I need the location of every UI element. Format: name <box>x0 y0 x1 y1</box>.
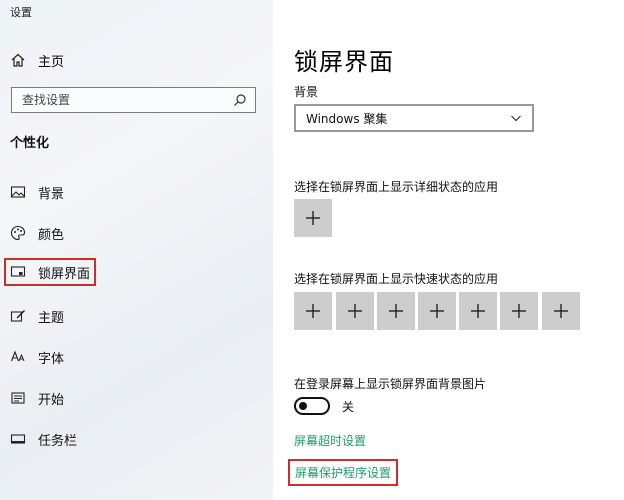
sidebar-item-taskbar[interactable]: 任务栏 <box>10 427 210 451</box>
sidebar-item-label: 主题 <box>38 310 65 326</box>
palette-icon <box>10 225 26 241</box>
plus-icon <box>304 209 322 227</box>
add-quick-status-app-button[interactable] <box>336 292 374 330</box>
signin-background-toggle-row: 关 <box>294 397 354 415</box>
search-input[interactable] <box>22 93 233 107</box>
plus-icon <box>469 302 487 320</box>
add-detailed-status-app-button[interactable] <box>294 199 332 237</box>
plus-icon <box>552 302 570 320</box>
sidebar-item-label: 颜色 <box>38 227 65 243</box>
image-icon <box>10 184 26 200</box>
chevron-down-icon <box>510 112 522 124</box>
sidebar-item-label: 开始 <box>38 392 65 408</box>
search-box[interactable] <box>11 87 256 113</box>
theme-brush-icon <box>10 308 26 324</box>
sidebar-item-home[interactable]: 主页 <box>10 50 210 70</box>
taskbar-icon <box>10 431 26 447</box>
sidebar-item-colors[interactable]: 颜色 <box>10 221 210 245</box>
signin-background-toggle[interactable] <box>294 397 330 415</box>
add-quick-status-app-button[interactable] <box>500 292 538 330</box>
sidebar-item-label: 背景 <box>38 186 65 202</box>
sidebar-item-label: 主页 <box>38 54 65 70</box>
sidebar-item-label: 字体 <box>38 351 65 367</box>
add-quick-status-app-button[interactable] <box>459 292 497 330</box>
page-title: 锁屏界面 <box>294 48 394 76</box>
background-label: 背景 <box>294 85 319 99</box>
font-icon <box>10 349 26 365</box>
start-icon <box>10 390 26 406</box>
plus-icon <box>387 302 405 320</box>
home-icon <box>10 52 26 68</box>
background-dropdown-value: Windows 聚集 <box>306 111 388 126</box>
sidebar-item-themes[interactable]: 主题 <box>10 304 210 328</box>
add-quick-status-app-button[interactable] <box>418 292 456 330</box>
section-title: 个性化 <box>10 136 50 151</box>
sidebar: 设置 主页 个性化 背景 颜色 锁屏界面 主题 <box>0 0 273 500</box>
quick-status-label: 选择在锁屏界面上显示快速状态的应用 <box>294 272 499 286</box>
lock-screen-icon <box>10 264 26 280</box>
detailed-status-label: 选择在锁屏界面上显示详细状态的应用 <box>294 180 499 194</box>
window-title: 设置 <box>10 6 32 19</box>
sidebar-item-background[interactable]: 背景 <box>10 180 210 204</box>
toggle-knob <box>299 402 307 410</box>
plus-icon <box>428 302 446 320</box>
show-bg-on-signin-label: 在登录屏幕上显示锁屏界面背景图片 <box>294 377 487 391</box>
plus-icon <box>304 302 322 320</box>
sidebar-item-start[interactable]: 开始 <box>10 386 210 410</box>
screensaver-settings-link[interactable]: 屏幕保护程序设置 <box>287 459 399 486</box>
search-icon[interactable] <box>233 93 247 107</box>
screen-timeout-settings-link[interactable]: 屏幕超时设置 <box>294 432 366 449</box>
main-content: 锁屏界面 背景 Windows 聚集 选择在锁屏界面上显示详细状态的应用 选择在… <box>273 0 624 500</box>
sidebar-item-label: 锁屏界面 <box>38 266 91 282</box>
add-quick-status-app-button[interactable] <box>542 292 580 330</box>
add-quick-status-app-button[interactable] <box>294 292 332 330</box>
background-dropdown[interactable]: Windows 聚集 <box>294 104 534 132</box>
sidebar-item-lock-screen[interactable]: 锁屏界面 <box>4 258 96 286</box>
toggle-state-label: 关 <box>342 399 355 414</box>
plus-icon <box>346 302 364 320</box>
add-quick-status-app-button[interactable] <box>377 292 415 330</box>
plus-icon <box>510 302 528 320</box>
sidebar-item-fonts[interactable]: 字体 <box>10 345 210 369</box>
sidebar-item-label: 任务栏 <box>38 433 78 449</box>
